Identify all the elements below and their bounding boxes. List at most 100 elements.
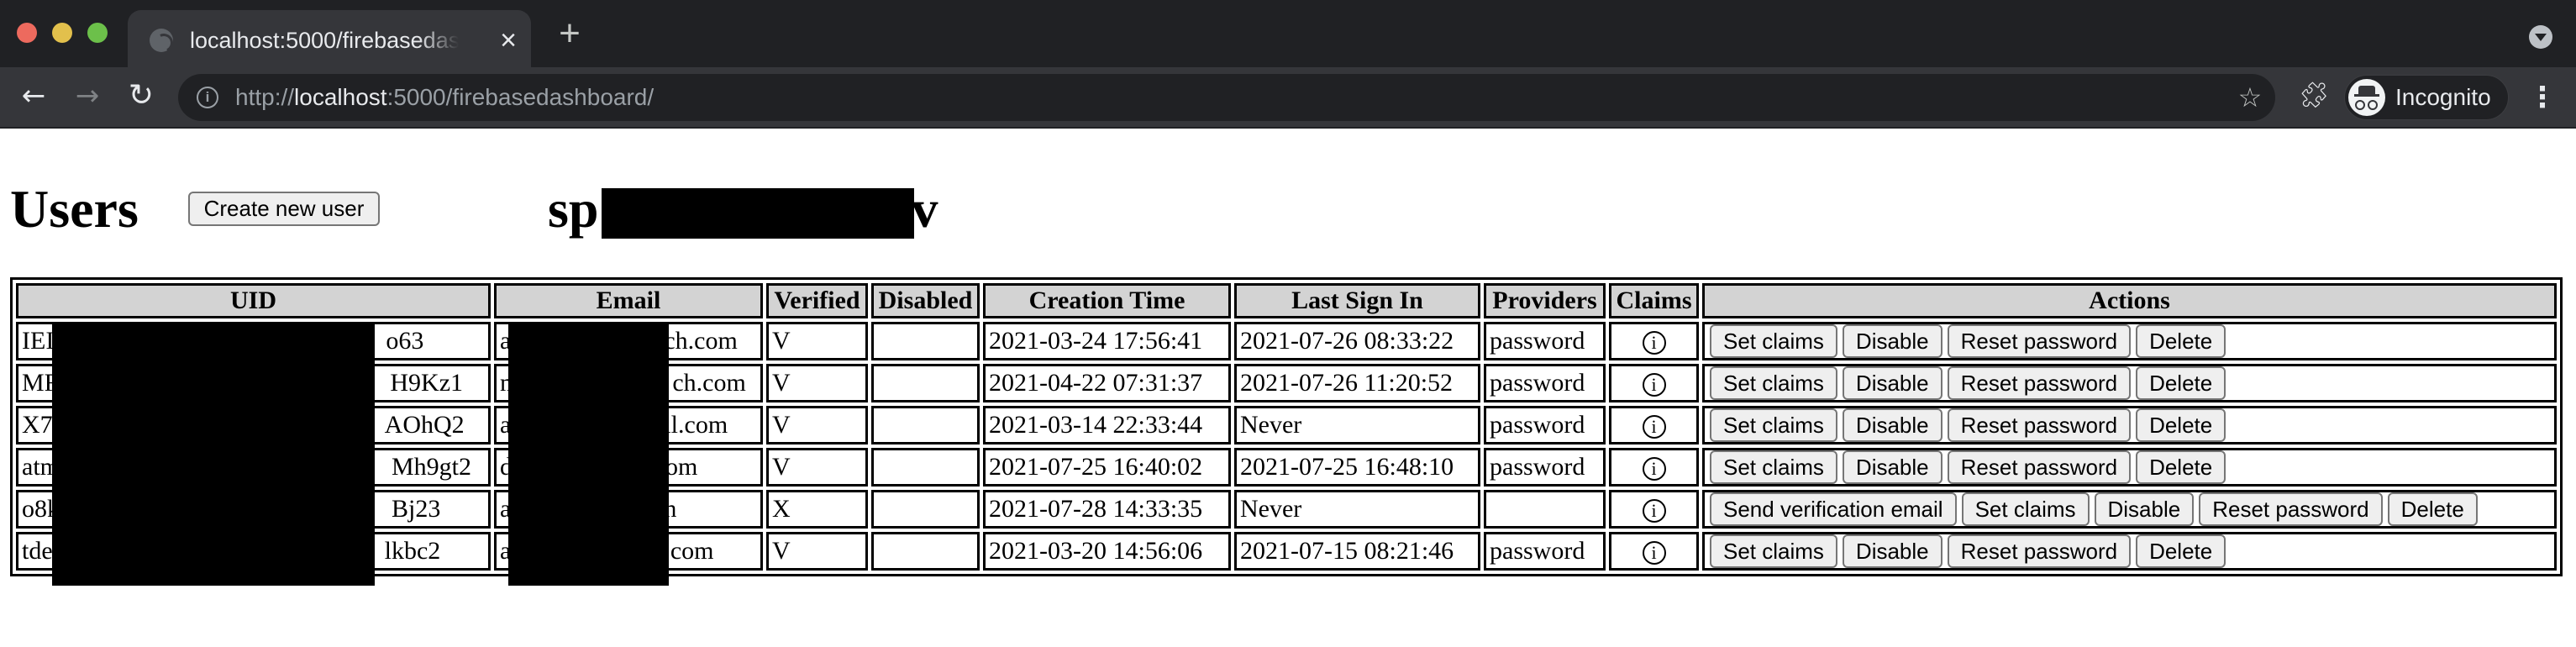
window-close-button[interactable] bbox=[17, 23, 37, 43]
info-icon[interactable]: i bbox=[1642, 541, 1666, 565]
set-claims-button[interactable]: Set claims bbox=[1710, 450, 1837, 484]
cell-verified: V bbox=[766, 532, 868, 571]
set-claims-button[interactable]: Set claims bbox=[1961, 492, 2090, 526]
cell-disabled bbox=[871, 490, 980, 529]
address-bar[interactable]: i http://localhost:5000/firebasedashboar… bbox=[178, 74, 2275, 121]
reset-password-button[interactable]: Reset password bbox=[1947, 534, 2132, 568]
users-table: UID Email Verified Disabled Creation Tim… bbox=[10, 277, 2563, 576]
email-end: ch.com bbox=[672, 369, 746, 397]
table-row: X7 AOhQ2 a il.com V 2021-03-14 22:33:44 Never p… bbox=[16, 406, 2557, 444]
set-claims-button[interactable]: Set claims bbox=[1710, 534, 1837, 568]
info-icon[interactable]: i bbox=[197, 87, 218, 108]
reset-password-button[interactable]: Reset password bbox=[1947, 366, 2132, 400]
column-header-disabled: Disabled bbox=[871, 283, 980, 318]
close-icon[interactable]: × bbox=[496, 25, 521, 55]
cell-last-sign-in: Never bbox=[1234, 406, 1480, 444]
disable-button[interactable]: Disable bbox=[1842, 324, 1943, 358]
info-icon[interactable]: i bbox=[1642, 373, 1666, 397]
email-redaction-box bbox=[508, 324, 669, 586]
uid-end: H9Kz1 bbox=[390, 369, 464, 397]
email-end: ch.com bbox=[664, 327, 738, 355]
reset-password-button[interactable]: Reset password bbox=[1947, 408, 2132, 442]
cell-creation-time: 2021-07-28 14:33:35 bbox=[983, 490, 1231, 529]
reset-password-button[interactable]: Reset password bbox=[2199, 492, 2383, 526]
set-claims-button[interactable]: Set claims bbox=[1710, 408, 1837, 442]
cell-last-sign-in: 2021-07-26 08:33:22 bbox=[1234, 322, 1480, 360]
disable-button[interactable]: Disable bbox=[1842, 366, 1943, 400]
delete-button[interactable]: Delete bbox=[2136, 408, 2226, 442]
cell-claims: i bbox=[1609, 406, 1699, 444]
tab-search-icon[interactable] bbox=[2529, 25, 2552, 49]
info-icon[interactable]: i bbox=[1642, 499, 1666, 523]
cell-claims: i bbox=[1609, 364, 1699, 402]
delete-button[interactable]: Delete bbox=[2387, 492, 2478, 526]
info-icon[interactable]: i bbox=[1642, 457, 1666, 481]
email-end: om bbox=[665, 453, 698, 481]
cell-disabled bbox=[871, 448, 980, 487]
cell-verified: V bbox=[766, 322, 868, 360]
cell-claims: i bbox=[1609, 532, 1699, 571]
uid-start: X7 bbox=[22, 411, 53, 439]
reload-icon[interactable]: ↻ bbox=[123, 77, 160, 114]
column-header-uid: UID bbox=[16, 283, 491, 318]
disable-button[interactable]: Disable bbox=[2094, 492, 2195, 526]
set-claims-button[interactable]: Set claims bbox=[1710, 324, 1837, 358]
send-verification-email-button[interactable]: Send verification email bbox=[1710, 492, 1957, 526]
project-name-prefix: sp bbox=[548, 179, 599, 239]
uid-end: lkbc2 bbox=[384, 537, 441, 565]
plus-icon[interactable]: + bbox=[555, 15, 585, 52]
reset-password-button[interactable]: Reset password bbox=[1947, 324, 2132, 358]
window-zoom-button[interactable] bbox=[87, 23, 108, 43]
cell-providers: password bbox=[1484, 532, 1606, 571]
cell-actions: Set claims Disable Reset password Delete bbox=[1702, 532, 2557, 571]
browser-tab[interactable]: localhost:5000/firebasedashboard/ × bbox=[128, 10, 531, 67]
info-icon[interactable]: i bbox=[1642, 331, 1666, 355]
cell-verified: V bbox=[766, 364, 868, 402]
cell-providers: password bbox=[1484, 448, 1606, 487]
uid-end: AOhQ2 bbox=[384, 411, 465, 439]
cell-actions: Set claims Disable Reset password Delete bbox=[1702, 448, 2557, 487]
table-row: atm Mh9gt2 d om V 2021-07-25 16:40:02 2021-07-… bbox=[16, 448, 2557, 487]
email-end: .com bbox=[664, 537, 714, 565]
email-end: il.com bbox=[664, 411, 728, 439]
window-minimize-button[interactable] bbox=[52, 23, 72, 43]
cell-disabled bbox=[871, 322, 980, 360]
cell-providers: password bbox=[1484, 406, 1606, 444]
profile-incognito-button[interactable]: Incognito bbox=[2344, 75, 2509, 120]
cell-creation-time: 2021-03-14 22:33:44 bbox=[983, 406, 1231, 444]
url-host: localhost bbox=[294, 84, 387, 110]
kebab-menu-icon[interactable]: ⋮ bbox=[2527, 77, 2558, 118]
cell-creation-time: 2021-04-22 07:31:37 bbox=[983, 364, 1231, 402]
puzzle-icon[interactable]: 🧩︎ bbox=[2297, 79, 2331, 113]
disable-button[interactable]: Disable bbox=[1842, 408, 1943, 442]
create-new-user-button[interactable]: Create new user bbox=[188, 192, 380, 226]
cell-verified: V bbox=[766, 448, 868, 487]
disable-button[interactable]: Disable bbox=[1842, 534, 1943, 568]
column-header-email: Email bbox=[494, 283, 763, 318]
delete-button[interactable]: Delete bbox=[2136, 324, 2226, 358]
disable-button[interactable]: Disable bbox=[1842, 450, 1943, 484]
tab-title: localhost:5000/firebasedashboard/ bbox=[190, 28, 459, 53]
uid-start: tde bbox=[22, 537, 53, 565]
cell-disabled bbox=[871, 532, 980, 571]
cell-providers: password bbox=[1484, 364, 1606, 402]
address-url[interactable]: http://localhost:5000/firebasedashboard/ bbox=[235, 82, 654, 113]
page-title: Users bbox=[10, 179, 139, 239]
browser-tab-strip: localhost:5000/firebasedashboard/ × + bbox=[0, 0, 2576, 67]
cell-actions: Set claims Disable Reset password Delete bbox=[1702, 322, 2557, 360]
cell-last-sign-in: Never bbox=[1234, 490, 1480, 529]
redaction-box bbox=[602, 188, 914, 239]
delete-button[interactable]: Delete bbox=[2136, 534, 2226, 568]
reset-password-button[interactable]: Reset password bbox=[1947, 450, 2132, 484]
globe-icon bbox=[150, 29, 173, 52]
star-icon[interactable]: ☆ bbox=[2233, 81, 2267, 114]
uid-end: Mh9gt2 bbox=[392, 453, 472, 481]
arrow-right-icon[interactable]: → bbox=[69, 77, 106, 114]
set-claims-button[interactable]: Set claims bbox=[1710, 366, 1837, 400]
arrow-left-icon[interactable]: ← bbox=[15, 77, 52, 114]
info-icon[interactable]: i bbox=[1642, 415, 1666, 439]
delete-button[interactable]: Delete bbox=[2136, 450, 2226, 484]
column-header-claims: Claims bbox=[1609, 283, 1699, 318]
delete-button[interactable]: Delete bbox=[2136, 366, 2226, 400]
cell-last-sign-in: 2021-07-25 16:48:10 bbox=[1234, 448, 1480, 487]
